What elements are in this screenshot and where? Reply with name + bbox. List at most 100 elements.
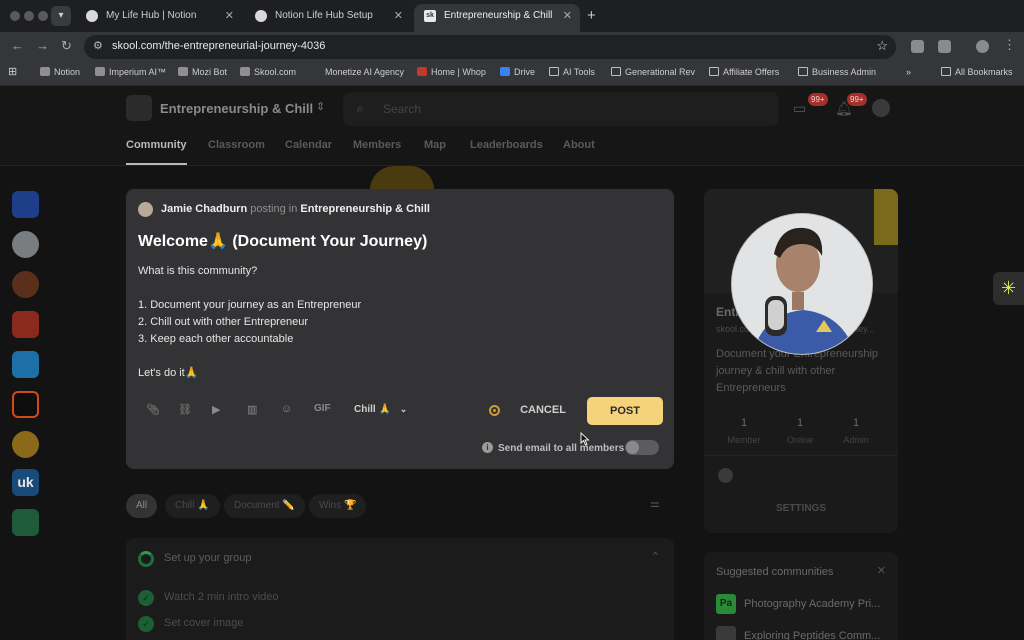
- tab-leaderboards[interactable]: Leaderboards: [470, 139, 543, 151]
- bookmark-imperium[interactable]: Imperium AI™: [95, 67, 166, 77]
- bookmark-skool[interactable]: Skool.com: [240, 67, 296, 77]
- community-icon[interactable]: [12, 509, 39, 536]
- bookmark-drive[interactable]: Drive: [500, 67, 535, 77]
- link-icon[interactable]: ⛓︎: [178, 403, 192, 416]
- browser-menu-icon[interactable]: ⋮: [1003, 37, 1016, 53]
- bookmark-whop[interactable]: Home | Whop: [417, 67, 486, 77]
- body-line: What is this community?: [138, 265, 258, 277]
- video-icon[interactable]: ▶: [212, 403, 220, 416]
- bookmark-star-icon[interactable]: ☆: [876, 38, 888, 54]
- community-icon[interactable]: uk: [12, 469, 39, 496]
- back-arrow-icon[interactable]: ←: [11, 38, 24, 53]
- user-avatar[interactable]: [872, 99, 890, 117]
- stat-admin: 1 Admin: [843, 417, 869, 445]
- tab-map[interactable]: Map: [424, 139, 446, 151]
- tab-title: Entrepreneurship & Chill: [444, 10, 553, 21]
- bookmark-affiliate[interactable]: Affiliate Offers: [709, 67, 779, 77]
- community-icon[interactable]: [12, 351, 39, 378]
- zoom-window-button[interactable]: [38, 11, 48, 21]
- all-bookmarks[interactable]: All Bookmarks: [941, 67, 1013, 77]
- chevron-up-icon[interactable]: ⌃: [651, 550, 660, 563]
- folder-icon: [941, 67, 951, 76]
- cancel-button[interactable]: CANCEL: [510, 397, 576, 423]
- email-members-toggle[interactable]: [625, 440, 659, 455]
- tab-title: Notion Life Hub Setup: [275, 10, 373, 21]
- extensions-puzzle-icon[interactable]: [938, 40, 951, 53]
- post-body-input[interactable]: What is this community? 1. Document your…: [138, 263, 361, 382]
- chat-icon[interactable]: ▭: [793, 100, 806, 117]
- post-title-input[interactable]: Welcome🙏 (Document Your Journey): [138, 231, 427, 251]
- browser-tab-notion-setup[interactable]: Notion Life Hub Setup ✕: [245, 4, 411, 32]
- close-tab-icon[interactable]: ✕: [394, 4, 403, 28]
- filter-document[interactable]: Document ✏️: [224, 494, 305, 518]
- site-info-icon[interactable]: ⚙: [93, 39, 103, 52]
- community-icon[interactable]: [12, 191, 39, 218]
- community-logo: [716, 626, 736, 640]
- new-tab-button[interactable]: +: [587, 7, 596, 24]
- reload-icon[interactable]: ↻: [61, 38, 72, 54]
- community-icon[interactable]: [12, 431, 39, 458]
- tab-members[interactable]: Members: [353, 139, 401, 151]
- group-name[interactable]: Entrepreneurship & Chill: [160, 101, 313, 116]
- close-icon[interactable]: ✕: [877, 564, 886, 577]
- community-icon[interactable]: [12, 311, 39, 338]
- emoji-icon[interactable]: ☺: [281, 403, 292, 415]
- bookmark-generational-rev[interactable]: Generational Rev: [611, 67, 695, 77]
- bookmark-notion[interactable]: Notion: [40, 67, 80, 77]
- suggested-title: Suggested communities: [716, 566, 834, 578]
- setup-title: Set up your group: [164, 552, 252, 564]
- tab-community[interactable]: Community: [126, 139, 187, 165]
- tab-about[interactable]: About: [563, 139, 595, 151]
- tab-search-dropdown[interactable]: ▾: [51, 6, 71, 26]
- forward-arrow-icon[interactable]: →: [36, 38, 49, 53]
- skool-favicon-icon: sk: [424, 10, 436, 22]
- community-icon[interactable]: [12, 391, 39, 418]
- notion-favicon-icon: [255, 10, 267, 22]
- filter-wins[interactable]: Wins 🏆: [309, 494, 367, 518]
- profile-avatar[interactable]: [976, 40, 989, 53]
- star-icon: [40, 67, 50, 76]
- setup-item[interactable]: Watch 2 min intro video: [164, 591, 279, 603]
- chat-badge: 99+: [808, 93, 828, 106]
- bookmarks-more[interactable]: »: [906, 67, 911, 77]
- setup-item[interactable]: Set cover image: [164, 617, 243, 629]
- tab-classroom[interactable]: Classroom: [208, 139, 265, 151]
- community-icon[interactable]: [12, 231, 39, 258]
- setup-checklist: Set up your group ⌃ ✓ Watch 2 min intro …: [126, 538, 674, 640]
- body-line: Let's do it🙏: [138, 367, 199, 379]
- suggested-community-link[interactable]: Photography Academy Pri...: [744, 598, 880, 610]
- bookmark-monetize[interactable]: Monetize AI Agency: [325, 67, 404, 77]
- close-window-button[interactable]: [10, 11, 20, 21]
- search-input[interactable]: ⌕ Search: [343, 92, 779, 126]
- address-bar[interactable]: ⚙ skool.com/the-entrepreneurial-journey-…: [84, 35, 896, 59]
- close-tab-icon[interactable]: ✕: [225, 4, 234, 28]
- poll-icon[interactable]: ▥: [247, 403, 257, 416]
- bookmark-ai-tools[interactable]: AI Tools: [549, 67, 595, 77]
- group-logo[interactable]: [126, 95, 152, 121]
- browser-tab-notion-life-hub[interactable]: My Life Hub | Notion ✕: [76, 4, 242, 32]
- filter-all[interactable]: All: [126, 494, 158, 518]
- close-tab-icon[interactable]: ✕: [563, 4, 572, 28]
- category-select[interactable]: Chill 🙏 ⌄: [354, 404, 407, 415]
- post-button[interactable]: POST: [587, 397, 663, 425]
- author-line: Jamie Chadburn posting in Entrepreneursh…: [161, 203, 430, 215]
- filter-settings-icon[interactable]: ⚌: [650, 497, 660, 510]
- suggested-community-link[interactable]: Exploring Peptides Comm...: [744, 630, 880, 640]
- minimize-window-button[interactable]: [24, 11, 34, 21]
- attachment-icon[interactable]: 📎︎: [146, 403, 160, 416]
- settings-button[interactable]: SETTINGS: [704, 503, 898, 514]
- filter-chill[interactable]: Chill 🙏: [165, 494, 220, 518]
- browser-tab-skool-active[interactable]: sk Entrepreneurship & Chill ✕: [414, 4, 580, 32]
- group-switcher-icon[interactable]: ⇕: [316, 100, 325, 113]
- floating-star-widget-icon[interactable]: ✳: [993, 272, 1024, 305]
- extension-icon[interactable]: [911, 40, 924, 53]
- gif-button[interactable]: GIF: [314, 403, 331, 414]
- chevron-down-icon: ⌄: [399, 404, 408, 414]
- bookmark-business-admin[interactable]: Business Admin: [798, 67, 876, 77]
- bookmark-mozi[interactable]: Mozi Bot: [178, 67, 227, 77]
- member-avatar[interactable]: [718, 468, 733, 483]
- apps-grid-icon[interactable]: ⊞: [8, 65, 17, 78]
- notion-favicon-icon: [86, 10, 98, 22]
- tab-calendar[interactable]: Calendar: [285, 139, 332, 151]
- community-icon[interactable]: [12, 271, 39, 298]
